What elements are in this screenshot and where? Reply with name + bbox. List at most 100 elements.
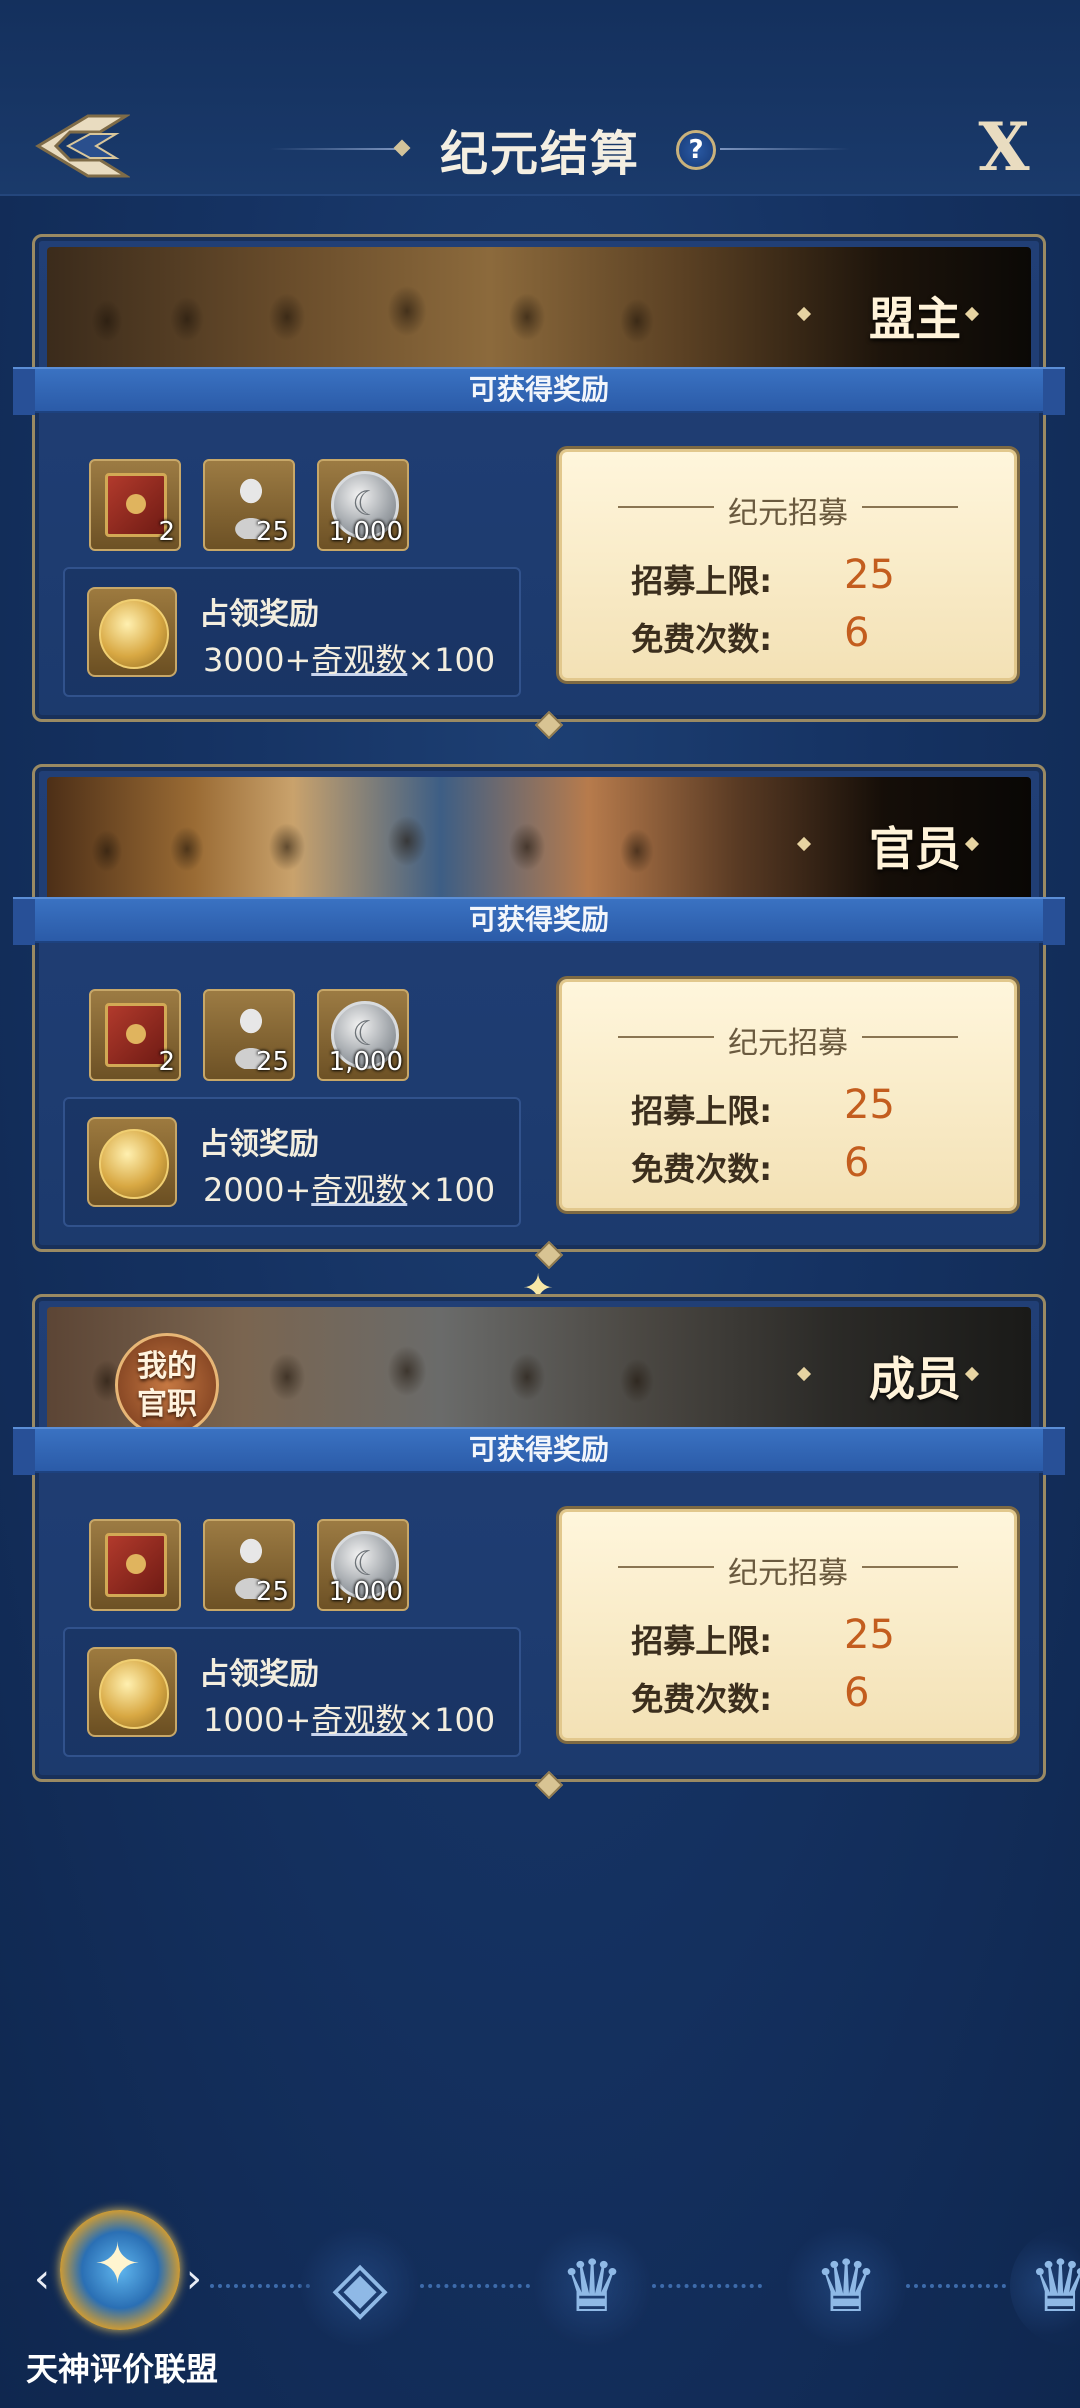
tier-connector	[420, 2284, 530, 2288]
occupy-title: 占领奖励	[199, 1657, 319, 1692]
reward-item-bust[interactable]: 25	[203, 989, 295, 1081]
reward-header: 可获得奖励	[468, 903, 609, 936]
occupy-reward-panel: 占领奖励 2000+奇观数×100	[63, 1097, 521, 1227]
recruit-right-line	[862, 1036, 958, 1038]
reward-header: 可获得奖励	[468, 1433, 609, 1466]
item-quantity: 25	[255, 1577, 289, 1607]
gold-coin-icon[interactable]	[87, 1647, 177, 1737]
item-quantity: 2	[158, 1047, 175, 1077]
recruit-limit-value: 25	[844, 1082, 895, 1128]
reward-item-bust[interactable]: 25	[203, 1519, 295, 1611]
ribbon-left-end	[13, 899, 35, 945]
reward-item-silver-coin[interactable]: 1,000	[317, 459, 409, 551]
occupy-base: 3000+	[203, 641, 312, 679]
soldiers-illustration	[47, 281, 727, 381]
recruit-limit-value: 25	[844, 552, 895, 598]
free-times-row: 免费次数: 6	[562, 1670, 1014, 1718]
wonder-count-link[interactable]: 奇观数	[311, 1171, 407, 1209]
reward-items: 2 25 1,000	[89, 459, 409, 551]
occupy-multiplier: ×100	[407, 1171, 496, 1209]
reward-card-member: 我的官职 成员 可获得奖励 25 1,000 占领奖励 1000+奇观数×100…	[13, 1294, 1065, 1800]
occupy-reward-panel: 占领奖励 1000+奇观数×100	[63, 1627, 521, 1757]
banner-image: 盟主	[47, 247, 1031, 383]
card-gem-icon	[534, 710, 564, 740]
era-recruit-panel: 纪元招募 招募上限: 25 免费次数: 6	[559, 1509, 1017, 1741]
rank-title: 成员	[869, 1352, 961, 1406]
reward-item-silver-coin[interactable]: 1,000	[317, 989, 409, 1081]
item-quantity: 1,000	[328, 517, 403, 547]
tier-connector	[210, 2284, 310, 2288]
rank-right-dot-icon	[964, 1366, 980, 1382]
reward-item-book[interactable]: 2	[89, 459, 181, 551]
recruit-limit-label: 招募上限:	[631, 1622, 772, 1660]
occupy-title: 占领奖励	[199, 1127, 319, 1162]
occupy-formula: 3000+奇观数×100	[203, 635, 495, 681]
free-times-row: 免费次数: 6	[562, 1140, 1014, 1188]
title-area: 纪元结算 ?	[0, 108, 1080, 192]
free-times-value: 6	[844, 610, 870, 656]
header: 纪元结算 ? X	[0, 0, 1080, 196]
rank-left-dot-icon	[796, 1366, 812, 1382]
occupy-formula: 1000+奇观数×100	[203, 1695, 495, 1741]
recruit-title: 纪元招募	[728, 1026, 848, 1061]
ribbon-right-end	[1043, 369, 1065, 415]
occupy-formula: 2000+奇观数×100	[203, 1165, 495, 1211]
tier-connector	[652, 2284, 762, 2288]
occupy-base: 2000+	[203, 1171, 312, 1209]
crown-partial-icon[interactable]: ♛	[1010, 2226, 1080, 2346]
ribbon-left-end	[13, 1429, 35, 1475]
rank-title: 官员	[869, 822, 961, 876]
close-button[interactable]: X	[964, 112, 1044, 182]
item-quantity: 25	[255, 1047, 289, 1077]
recruit-limit-row: 招募上限: 25	[562, 1082, 1014, 1130]
occupy-multiplier: ×100	[407, 1701, 496, 1739]
reward-item-book[interactable]: 2	[89, 989, 181, 1081]
gold-coin-icon[interactable]	[87, 587, 177, 677]
diamond-wings-icon[interactable]: ◈	[300, 2226, 420, 2346]
red-book-icon	[105, 1533, 167, 1597]
reward-card-leader: 盟主 可获得奖励 2 25 1,000 占领奖励 3000+奇观数×100 纪元…	[13, 234, 1065, 740]
title-right-line	[720, 148, 850, 150]
recruit-limit-row: 招募上限: 25	[562, 552, 1014, 600]
recruit-title: 纪元招募	[728, 1556, 848, 1591]
my-rank-badge: 我的 官职	[115, 1333, 219, 1437]
reward-items: 2 25 1,000	[89, 989, 409, 1081]
banner-image: 官员	[47, 777, 1031, 913]
free-times-label: 免费次数:	[631, 1150, 772, 1188]
recruit-right-line	[862, 1566, 958, 1568]
occupy-multiplier: ×100	[407, 641, 496, 679]
reward-item-book[interactable]	[89, 1519, 181, 1611]
reward-ribbon: 可获得奖励	[13, 367, 1065, 415]
rank-left-dot-icon	[796, 306, 812, 322]
wonder-count-link[interactable]: 奇观数	[311, 641, 407, 679]
rank-left-dot-icon	[796, 836, 812, 852]
item-quantity: 1,000	[328, 1577, 403, 1607]
help-icon[interactable]: ?	[676, 130, 716, 170]
wonder-count-link[interactable]: 奇观数	[311, 1701, 407, 1739]
item-quantity: 25	[255, 517, 289, 547]
free-times-value: 6	[844, 1140, 870, 1186]
officers-illustration	[47, 811, 727, 911]
next-arrow-icon[interactable]: ›	[186, 2256, 202, 2302]
gold-coin-icon[interactable]	[87, 1117, 177, 1207]
reward-ribbon: 可获得奖励	[13, 1427, 1065, 1475]
reward-item-bust[interactable]: 25	[203, 459, 295, 551]
recruit-title: 纪元招募	[728, 496, 848, 531]
card-gem-icon	[534, 1770, 564, 1800]
free-times-row: 免费次数: 6	[562, 610, 1014, 658]
league-emblem-icon[interactable]	[60, 2210, 180, 2330]
reward-header: 可获得奖励	[468, 373, 609, 406]
page-title: 纪元结算	[439, 126, 640, 182]
card-gem-icon	[534, 1240, 564, 1270]
ribbon-right-end	[1043, 899, 1065, 945]
recruit-limit-label: 招募上限:	[631, 562, 772, 600]
banner-image: 我的 官职 成员	[47, 1307, 1031, 1443]
free-times-value: 6	[844, 1670, 870, 1716]
crown-icon[interactable]: ♛	[532, 2226, 652, 2346]
tier-connector	[906, 2284, 1006, 2288]
reward-item-silver-coin[interactable]: 1,000	[317, 1519, 409, 1611]
league-tier-bar: ‹ › 天神评价联盟 ◈ ♛ ♛ ♛	[0, 2190, 1080, 2408]
prev-arrow-icon[interactable]: ‹	[34, 2256, 50, 2302]
ribbon-left-end	[13, 369, 35, 415]
crown-large-icon[interactable]: ♛	[786, 2226, 906, 2346]
